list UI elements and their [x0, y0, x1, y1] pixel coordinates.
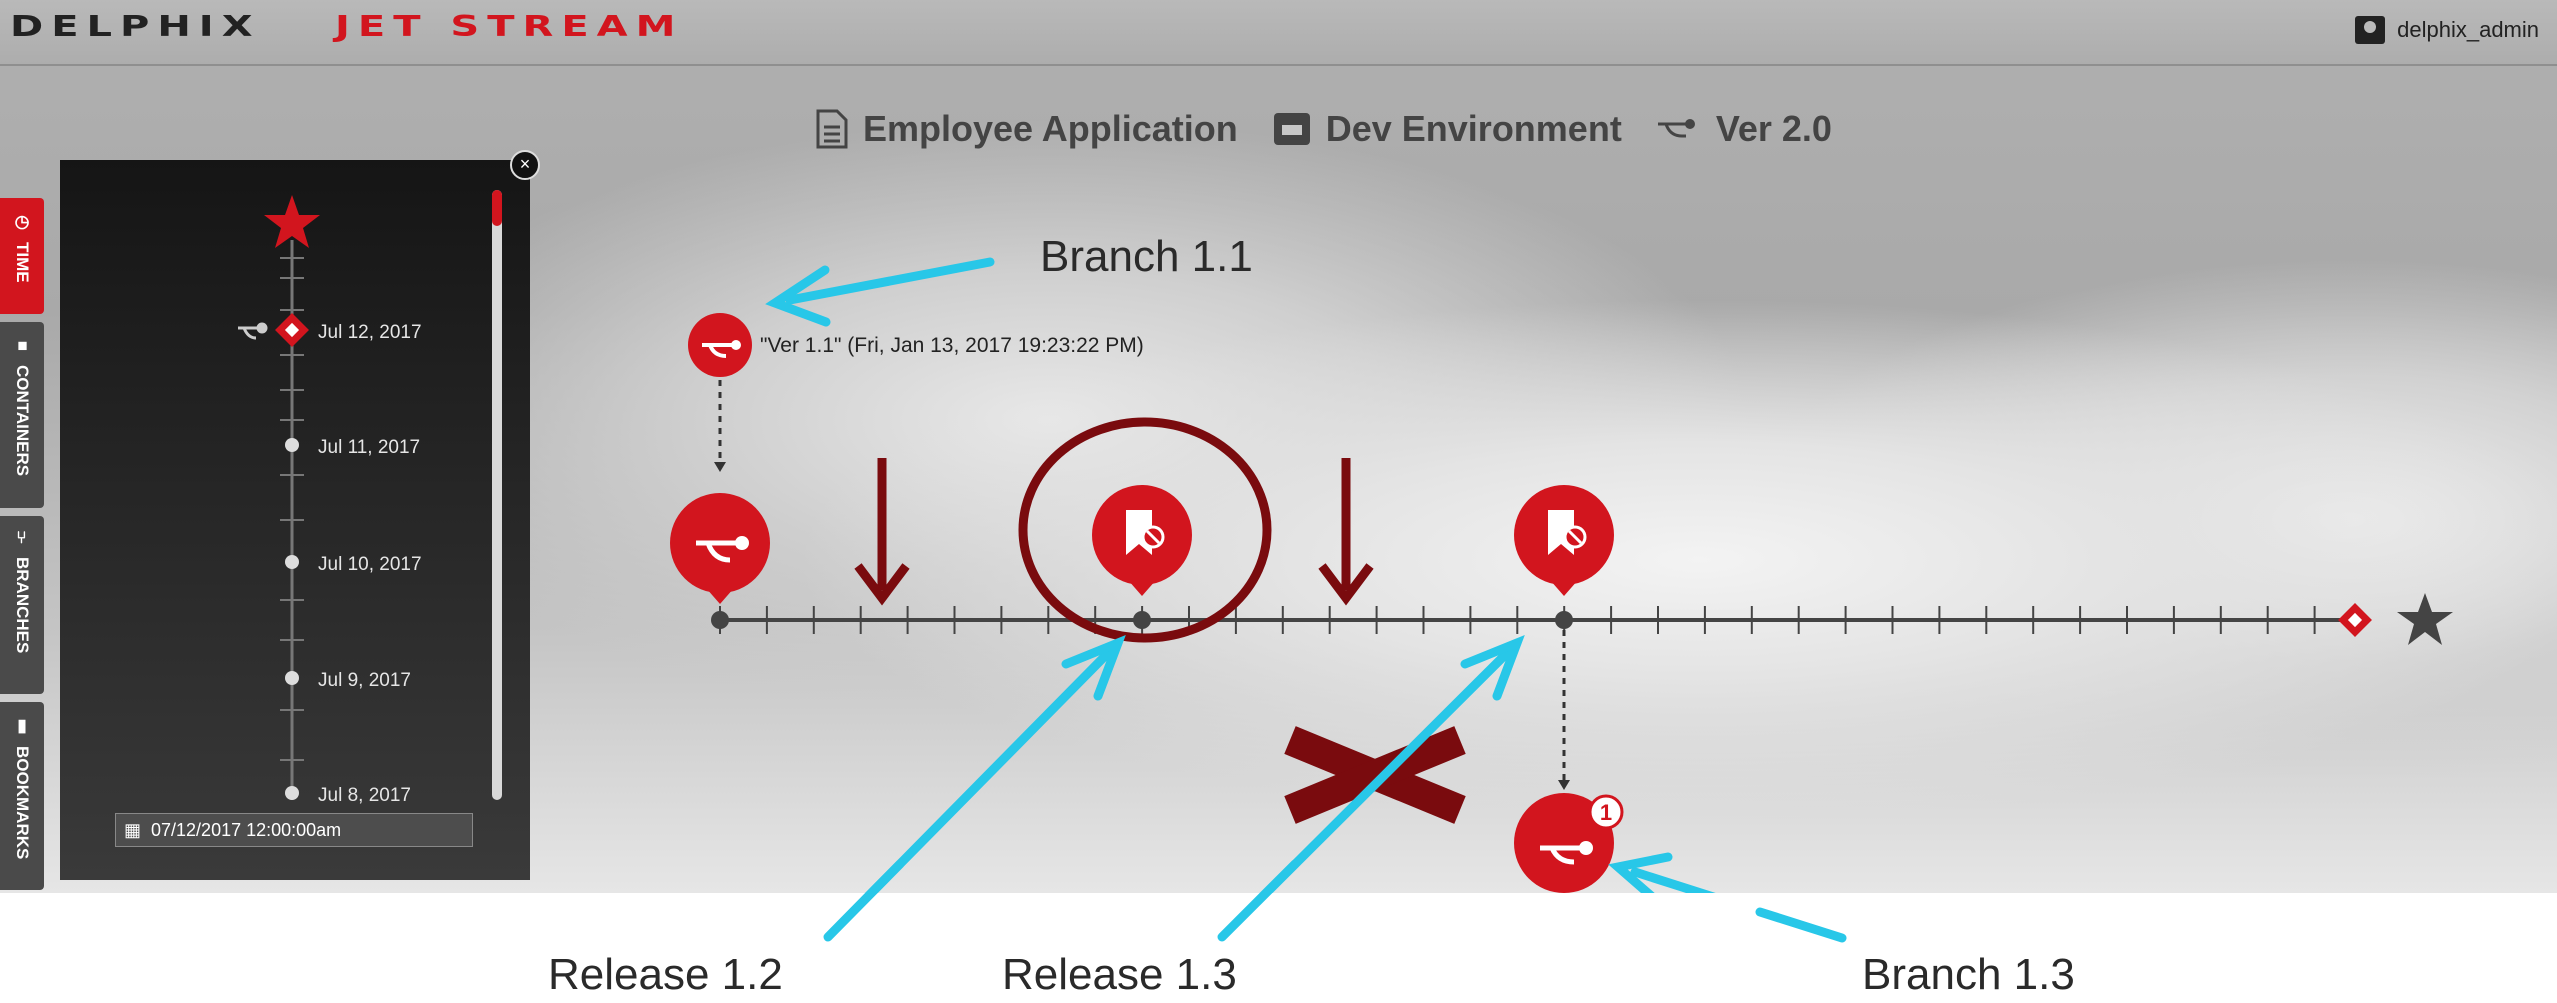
down-arrow-icon	[1318, 458, 1374, 606]
bookmark-pin-release-1-3[interactable]	[1514, 485, 1614, 596]
arrow-branch-1-3	[1608, 852, 1716, 893]
branch-source-label: "Ver 1.1" (Fri, Jan 13, 2017 19:23:22 PM…	[760, 334, 1144, 357]
panel-date-2[interactable]: Jul 11, 2017	[318, 437, 420, 458]
annotation-release-1-2: Release 1.2	[548, 950, 783, 999]
bookmark-pin-release-1-2[interactable]	[1092, 485, 1192, 596]
panel-date-3[interactable]: Jul 10, 2017	[318, 554, 422, 575]
count-badge-text: 1	[1600, 800, 1612, 825]
end-star-icon[interactable]	[2397, 593, 2453, 645]
annotation-branch-1-1: Branch 1.1	[1040, 232, 1253, 281]
jetstream-app: DELPHIX JET STREAM delphix_admin Employe…	[0, 0, 2557, 893]
annotation-release-1-3: Release 1.3	[1002, 950, 1237, 999]
arrow-release-1-2	[865, 634, 1126, 893]
panel-timeline	[238, 195, 320, 800]
down-arrow-icon	[854, 458, 910, 606]
panel-date-4[interactable]: Jul 9, 2017	[318, 670, 411, 691]
annotation-branch-1-3: Branch 1.3	[1862, 950, 2075, 999]
branch-start-pin[interactable]	[670, 493, 770, 604]
diamond-marker-icon[interactable]	[275, 313, 309, 347]
panel-date-1[interactable]: Jul 12, 2017	[318, 322, 422, 343]
end-diamond-icon[interactable]	[2338, 603, 2372, 637]
cross-icon	[1284, 726, 1466, 824]
panel-date-5[interactable]: Jul 8, 2017	[318, 785, 411, 806]
branch-small-icon	[238, 322, 268, 340]
branch-source-marker[interactable]	[688, 313, 752, 377]
arrow-branch-1-1	[765, 257, 995, 327]
branch-1-3-marker[interactable]: 1	[1514, 793, 1624, 893]
timeline-canvas: Jul 12, 2017 Jul 11, 2017 Jul 10, 2017 J…	[238, 195, 2453, 893]
main-timeline	[711, 593, 2453, 645]
